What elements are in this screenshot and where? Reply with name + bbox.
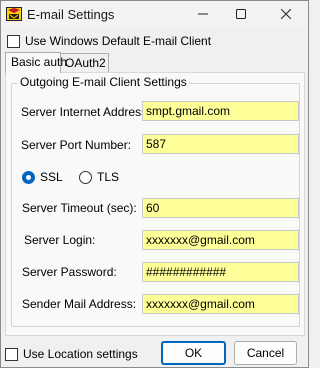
cancel-button[interactable]: Cancel <box>234 341 297 365</box>
password-input[interactable]: ############ <box>142 262 299 282</box>
server-address-input[interactable]: smpt.gmail.com <box>142 101 299 121</box>
ssl-label: SSL <box>40 170 63 184</box>
basic-auth-panel: Outgoing E-mail Client Settings Server I… <box>5 72 305 336</box>
ssl-radio[interactable] <box>22 170 35 184</box>
sender-label: Sender Mail Address: <box>22 297 137 311</box>
sender-input[interactable]: xxxxxxx@gmail.com <box>142 294 299 314</box>
title-bar[interactable]: E-mail Settings <box>1 1 308 27</box>
ssl-radio-option[interactable]: SSL <box>22 170 63 184</box>
checkbox-box[interactable] <box>7 34 20 48</box>
email-settings-window: E-mail Settings Use Windows Default E-ma… <box>0 0 309 368</box>
outgoing-settings-group: Outgoing E-mail Client Settings Server I… <box>11 75 300 327</box>
use-windows-default-label: Use Windows Default E-mail Client <box>25 34 212 48</box>
server-port-input[interactable]: 587 <box>142 134 299 154</box>
tls-radio[interactable] <box>79 170 92 184</box>
server-address-label: Server Internet Address: <box>21 105 151 119</box>
app-logo-icon <box>6 6 22 22</box>
group-title: Outgoing E-mail Client Settings <box>18 75 189 89</box>
tab-basic-auth[interactable]: Basic auth <box>5 52 67 73</box>
close-icon <box>281 9 291 19</box>
maximize-icon <box>236 9 246 19</box>
maximize-button[interactable] <box>222 1 260 27</box>
minimize-icon <box>198 13 208 15</box>
server-port-label: Server Port Number: <box>21 138 132 152</box>
ok-button[interactable]: OK <box>161 341 226 365</box>
use-location-label: Use Location settings <box>23 347 138 361</box>
password-label: Server Password: <box>22 265 117 279</box>
login-input[interactable]: xxxxxxx@gmail.com <box>142 230 299 250</box>
window-title: E-mail Settings <box>27 7 115 22</box>
tls-label: TLS <box>97 170 120 184</box>
checkbox-box[interactable] <box>5 347 18 361</box>
timeout-input[interactable]: 60 <box>142 198 299 218</box>
login-label: Server Login: <box>24 233 96 247</box>
tls-radio-option[interactable]: TLS <box>79 170 119 184</box>
timeout-label: Server Timeout (sec): <box>22 201 137 215</box>
minimize-button[interactable] <box>184 1 222 27</box>
use-windows-default-checkbox[interactable]: Use Windows Default E-mail Client <box>7 34 211 48</box>
use-location-checkbox[interactable]: Use Location settings <box>5 347 138 361</box>
close-button[interactable] <box>267 1 305 27</box>
